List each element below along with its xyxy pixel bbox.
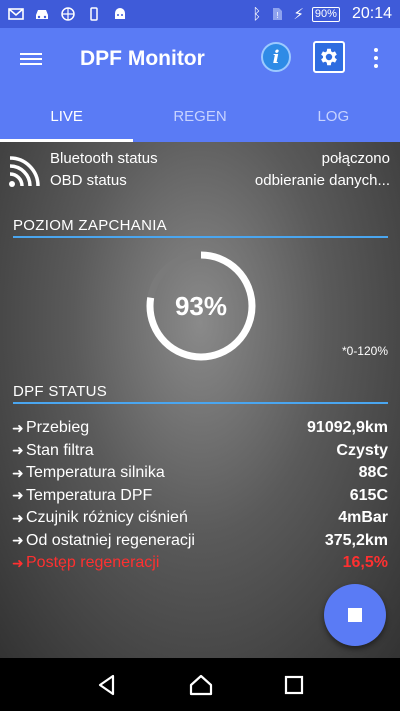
connection-status: Bluetooth status połączono OBD status od… xyxy=(0,150,400,196)
clogging-section-title: POZIOM ZAPCHANIA xyxy=(13,217,388,238)
dpf-status-list: ➜ Przebieg 91092,9km ➜ Stan filtra Czysty ➜ Tem… xyxy=(12,417,388,575)
clock: 20:14 xyxy=(351,5,392,22)
tab-regen[interactable]: REGEN xyxy=(133,90,266,142)
dpf-status-value: 88C xyxy=(358,464,388,482)
notification-icons xyxy=(8,7,128,21)
stop-icon xyxy=(348,608,362,622)
arrow-right-icon: ➜ xyxy=(12,532,24,549)
recents-icon[interactable] xyxy=(283,674,305,696)
dpf-status-label: Czujnik różnicy ciśnień xyxy=(26,509,188,527)
app-bar: DPF Monitor i xyxy=(0,28,400,90)
dpf-status-row: ➜ Stan filtra Czysty xyxy=(12,440,388,463)
tab-log[interactable]: LOG xyxy=(267,90,400,142)
vpn-globe-icon xyxy=(61,7,75,21)
dpf-status-value: 16,5% xyxy=(342,554,388,572)
obd-status-value: odbieranie danych... xyxy=(254,172,390,189)
arrow-right-icon: ➜ xyxy=(12,419,24,436)
phone-usb-icon xyxy=(90,7,98,21)
dpf-status-row: ➜ Temperatura silnika 88C xyxy=(12,462,388,485)
bluetooth-status-row: Bluetooth status połączono xyxy=(50,150,390,167)
car-icon xyxy=(36,10,48,19)
svg-text:!: ! xyxy=(277,11,279,20)
arrow-right-icon: ➜ xyxy=(12,442,24,459)
obd-status-label: OBD status xyxy=(50,172,127,189)
dpf-status-label: Temperatura silnika xyxy=(26,464,165,482)
back-icon[interactable] xyxy=(95,673,119,697)
dpf-status-row: ➜ Od ostatniej regeneracji 375,2km xyxy=(12,530,388,553)
dpf-status-label: Postęp regeneracji xyxy=(26,554,160,572)
bluetooth-status-value: połączono xyxy=(321,150,390,167)
dpf-status-value: 4mBar xyxy=(338,509,388,527)
obd-status-row: OBD status odbieranie danych... xyxy=(50,172,390,189)
app-title: DPF Monitor xyxy=(80,47,205,70)
stop-button[interactable] xyxy=(324,584,386,646)
dpf-status-row: ➜ Czujnik różnicy ciśnień 4mBar xyxy=(12,507,388,530)
clogging-value: 93% xyxy=(174,290,228,321)
dpf-status-label: Temperatura DPF xyxy=(26,486,153,504)
dpf-status-value: 375,2km xyxy=(324,531,388,549)
home-icon[interactable] xyxy=(188,673,214,697)
arrow-right-icon: ➜ xyxy=(12,509,24,526)
system-icons: ᛒ ! ⚡ 90% 20:14 xyxy=(252,5,392,23)
status-bar: ᛒ ! ⚡ 90% 20:14 xyxy=(0,0,400,28)
charging-icon: ⚡ xyxy=(293,6,304,23)
live-panel: Bluetooth status połączono OBD status od… xyxy=(0,142,400,658)
tab-bar: LIVE REGEN LOG xyxy=(0,90,400,142)
menu-icon[interactable] xyxy=(0,28,62,90)
settings-icon[interactable] xyxy=(313,41,345,73)
dpf-status-value: Czysty xyxy=(336,441,388,459)
signal-icon xyxy=(9,156,40,187)
dpf-status-row: ➜ Postęp regeneracji 16,5% xyxy=(12,552,388,575)
more-vert-icon[interactable] xyxy=(366,44,386,72)
dpf-status-label: Od ostatniej regeneracji xyxy=(26,531,195,549)
arrow-right-icon: ➜ xyxy=(12,487,24,504)
arrow-right-icon: ➜ xyxy=(12,554,24,571)
bluetooth-icon: ᛒ xyxy=(252,5,262,23)
tab-live[interactable]: LIVE xyxy=(0,90,134,142)
dpf-status-value: 615C xyxy=(349,486,388,504)
dpf-status-value: 91092,9km xyxy=(307,419,388,437)
clogging-range-note: *0-120% xyxy=(341,344,388,358)
mail-icon xyxy=(8,8,24,20)
dpf-status-label: Stan filtra xyxy=(26,441,94,459)
sim-missing-icon: ! xyxy=(273,8,283,20)
info-icon[interactable]: i xyxy=(261,42,291,72)
dpf-status-row: ➜ Przebieg 91092,9km xyxy=(12,417,388,440)
android-icon xyxy=(115,8,125,19)
dpf-status-section-title: DPF STATUS xyxy=(13,383,388,404)
arrow-right-icon: ➜ xyxy=(12,464,24,481)
system-nav-bar xyxy=(0,658,400,711)
dpf-status-label: Przebieg xyxy=(26,419,90,437)
bluetooth-status-label: Bluetooth status xyxy=(50,150,158,167)
battery-indicator: 90% xyxy=(311,6,340,22)
dpf-status-row: ➜ Temperatura DPF 615C xyxy=(12,485,388,508)
